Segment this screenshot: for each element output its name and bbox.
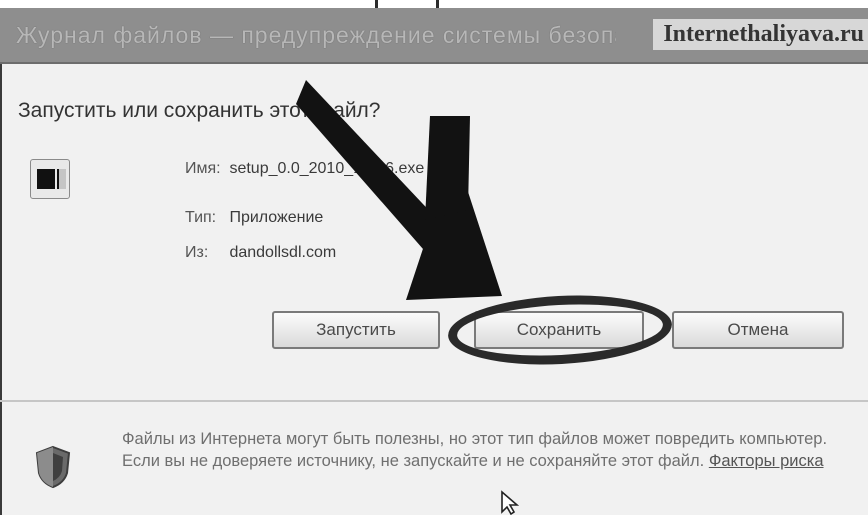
mouse-cursor-icon (501, 490, 520, 515)
pointer-arrow-annotation (296, 80, 502, 300)
